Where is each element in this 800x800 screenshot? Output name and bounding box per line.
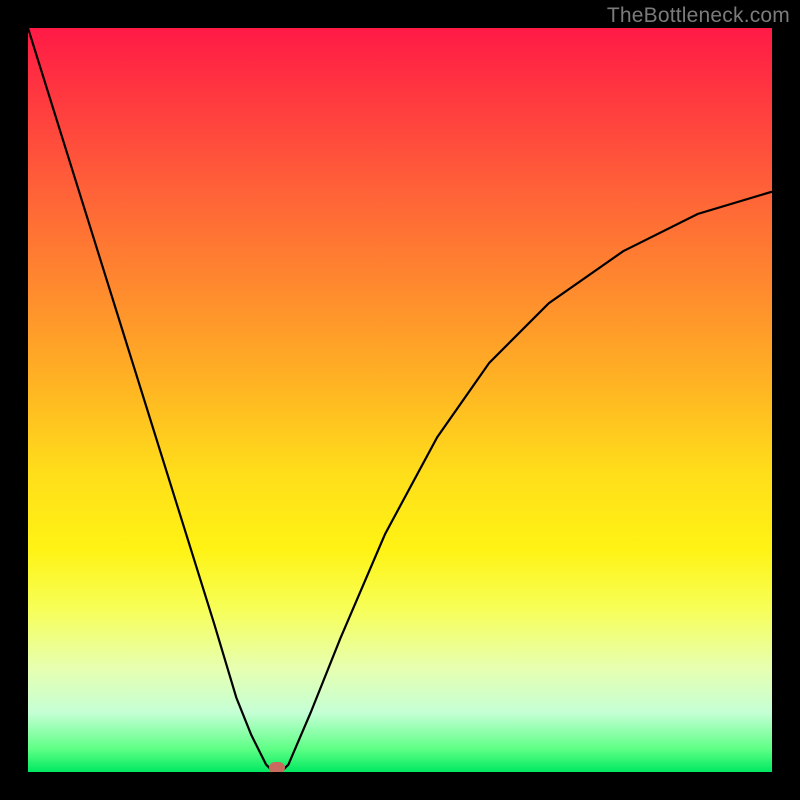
chart-frame: TheBottleneck.com [0,0,800,800]
plot-area [28,28,772,772]
watermark-text: TheBottleneck.com [607,4,790,28]
optimal-point-marker [269,762,285,772]
bottleneck-curve [28,28,772,772]
curve-path [28,28,772,772]
